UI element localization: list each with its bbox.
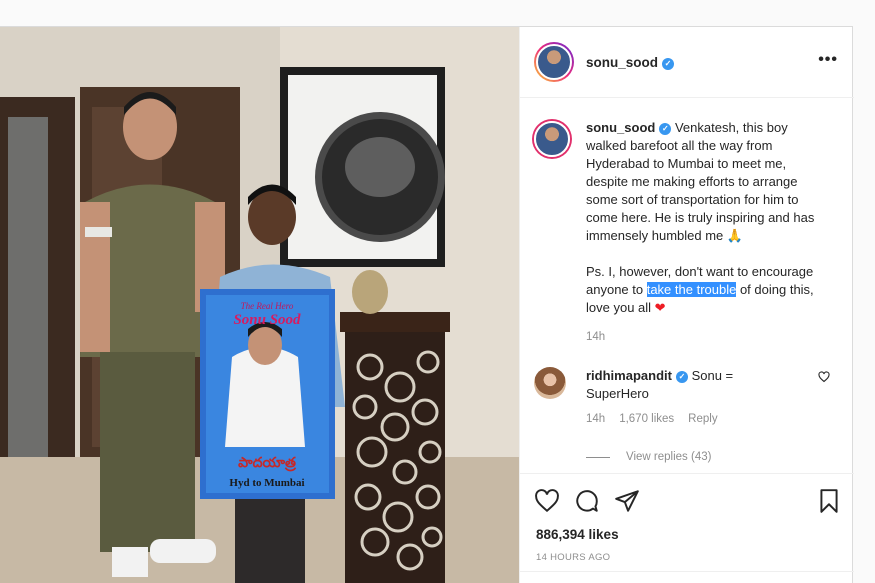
more-options-icon[interactable]: ••• — [818, 51, 838, 69]
action-bar: 886,394 likes 14 HOURS AGO — [520, 473, 854, 583]
post-photo-illustration: The Real Hero Sonu Sood పాదయాత్ర Hyd to … — [0, 27, 519, 583]
comment-text: ridhimapandit ✓ Sonu = SuperHero — [586, 367, 796, 403]
caption-username[interactable]: sonu_sood — [586, 120, 655, 135]
comment-like-heart-icon[interactable] — [818, 371, 830, 386]
board-line1: The Real Hero — [241, 301, 294, 311]
header-username[interactable]: sonu_sood ✓ — [586, 55, 675, 70]
post-sidebar: sonu_sood ✓ ••• sonu_sood ✓ Venkatesh, thi… — [519, 27, 854, 583]
heart-icon[interactable] — [534, 488, 560, 519]
comment-meta: 14h 1,670 likes Reply — [586, 413, 718, 425]
comment-icon[interactable] — [574, 488, 600, 519]
share-icon[interactable] — [614, 488, 640, 519]
avatar[interactable] — [534, 42, 574, 82]
comment-time[interactable]: 14h — [586, 413, 605, 425]
board-line3: Hyd to Mumbai — [229, 477, 304, 489]
caption-time[interactable]: 14h — [586, 331, 605, 343]
verified-icon: ✓ — [662, 57, 675, 70]
post-photo[interactable]: The Real Hero Sonu Sood పాదయాత్ర Hyd to … — [0, 27, 519, 583]
board-telugu: పాదయాత్ర — [238, 455, 297, 472]
caption-text: sonu_sood ✓ Venkatesh, this boy walked ba… — [586, 119, 826, 317]
selected-text: take the trouble — [646, 282, 737, 297]
add-comment-bar[interactable] — [520, 571, 854, 583]
caption-body: Venkatesh, this boy walked barefoot all … — [586, 120, 815, 243]
post-header: sonu_sood ✓ ••• — [520, 27, 854, 98]
reply-button[interactable]: Reply — [688, 413, 717, 425]
verified-icon: ✓ — [659, 123, 672, 135]
red-heart-emoji: ❤ — [654, 300, 666, 315]
bookmark-icon[interactable] — [816, 488, 842, 519]
posted-time[interactable]: 14 HOURS AGO — [536, 552, 610, 563]
likes-count[interactable]: 886,394 likes — [536, 527, 619, 542]
comment-username[interactable]: ridhimapandit — [586, 368, 672, 383]
caption: sonu_sood ✓ Venkatesh, this boy walked ba… — [534, 119, 834, 317]
caption-avatar[interactable] — [534, 121, 570, 157]
comment-likes[interactable]: 1,670 likes — [619, 413, 674, 425]
instagram-post: The Real Hero Sonu Sood పాదయాత్ర Hyd to … — [0, 26, 854, 583]
verified-icon: ✓ — [675, 371, 688, 383]
comment-avatar[interactable] — [534, 367, 566, 399]
view-replies-button[interactable]: View replies (43) — [586, 451, 711, 463]
board-line2: Sonu Sood — [233, 312, 301, 328]
